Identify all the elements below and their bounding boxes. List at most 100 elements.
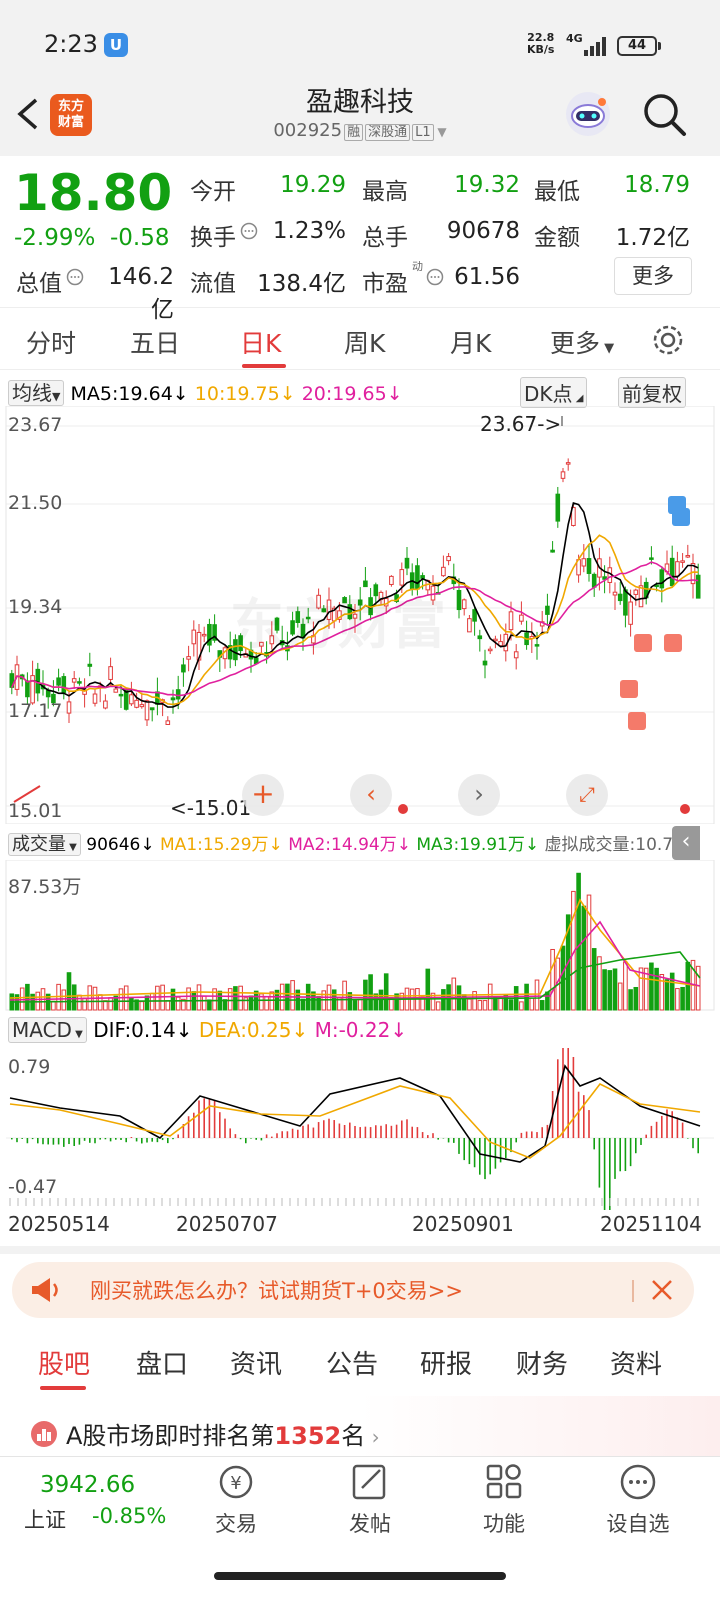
robot-assistant-icon[interactable] — [562, 88, 614, 140]
low-value: 18.79 — [624, 172, 690, 198]
date-label-3: 20250901 — [412, 1212, 514, 1236]
info-icon[interactable] — [66, 268, 84, 286]
info-icon[interactable] — [240, 222, 258, 240]
tab-more[interactable]: 更多 ▼ — [550, 324, 614, 360]
tab-news[interactable]: 资讯 — [230, 1344, 282, 1381]
zoom-in-button[interactable]: + — [242, 774, 284, 816]
index-change[interactable]: -0.85% — [92, 1504, 166, 1528]
mktcap-label: 总值 — [16, 271, 62, 297]
volume-bar — [61, 989, 67, 1011]
ma5-value: MA5:19.64↓ — [70, 383, 189, 405]
more-quote-button[interactable]: 更多 — [614, 257, 692, 295]
volume-chart[interactable] — [0, 860, 720, 1012]
tab-financials[interactable]: 财务 — [516, 1344, 568, 1381]
volume-current: 90646↓ — [86, 835, 155, 855]
collapse-panel-button[interactable]: ‹ — [672, 826, 700, 860]
tab-guba[interactable]: 股吧 — [38, 1344, 90, 1381]
app-logo[interactable]: 东方 财富 — [50, 94, 92, 136]
tab-weekly-k[interactable]: 周K — [344, 324, 385, 360]
volume-label: 总手 — [362, 225, 408, 251]
margin-tag: 融 — [344, 124, 364, 141]
fullscreen-button[interactable]: ⤢ — [566, 774, 608, 816]
candle-up — [513, 651, 519, 659]
nav-functions[interactable]: 功能 — [464, 1508, 544, 1538]
candle-down — [586, 558, 592, 574]
volume-bar — [576, 872, 581, 1011]
candle-down — [61, 676, 67, 693]
volume-bar — [508, 999, 514, 1011]
volume-bar — [66, 972, 72, 1011]
volume-bar — [97, 994, 103, 1011]
volume-bar — [467, 998, 472, 1011]
active-bottom-tab-indicator — [40, 1386, 86, 1390]
volume-bar — [155, 985, 160, 1011]
candle-down — [87, 663, 93, 667]
volume-bar — [664, 979, 670, 1011]
tab-daily-k[interactable]: 日K — [240, 324, 281, 360]
tab-five-day[interactable]: 五日 — [130, 324, 180, 360]
macd-select[interactable]: MACD ▼ — [8, 1017, 87, 1043]
candle-down — [591, 573, 597, 588]
trade-icon[interactable]: ¥ — [196, 1462, 276, 1502]
candle-up — [467, 618, 472, 633]
index-name[interactable]: 上证 — [24, 1504, 66, 1534]
volume-bar — [482, 1000, 488, 1011]
rank-text[interactable]: A股市场即时排名第1352名 › — [66, 1416, 380, 1451]
volume-bar — [118, 988, 124, 1011]
tab-research[interactable]: 研报 — [420, 1344, 472, 1381]
tab-announcements[interactable]: 公告 — [326, 1344, 378, 1381]
network-speed: 22.8 KB/s — [527, 32, 554, 56]
pan-left-button[interactable]: ‹ — [350, 774, 392, 816]
candle-up — [103, 700, 108, 709]
volume-bar — [264, 996, 269, 1011]
close-icon[interactable] — [650, 1278, 674, 1302]
connect-tag: 深股通 — [365, 124, 411, 141]
volume-bar — [82, 997, 87, 1011]
buy-marker — [620, 680, 638, 698]
functions-grid-icon[interactable] — [464, 1462, 544, 1502]
nav-trade[interactable]: 交易 — [196, 1508, 276, 1538]
stock-code-row[interactable]: 002925 融深股通 L1 ▼ — [200, 120, 520, 141]
add-watchlist-icon[interactable] — [598, 1462, 678, 1502]
volume-bar — [623, 961, 628, 1011]
pan-right-button[interactable]: › — [458, 774, 500, 816]
tab-profile[interactable]: 资料 — [610, 1344, 662, 1381]
candle-up — [30, 675, 35, 704]
promo-banner-text[interactable]: 刚买就跌怎么办？试试期货T+0交易>> — [90, 1275, 463, 1305]
candle-down — [534, 644, 540, 647]
candle-up — [560, 471, 566, 479]
volume-bar — [77, 994, 82, 1011]
tab-orderbook[interactable]: 盘口 — [136, 1344, 188, 1381]
back-icon[interactable] — [14, 96, 42, 132]
nav-post[interactable]: 发帖 — [330, 1508, 410, 1538]
dk-point-select[interactable]: DK点 ◢ — [520, 377, 588, 408]
open-value: 19.29 — [280, 172, 346, 198]
info-icon[interactable] — [426, 268, 444, 286]
volume-bar — [207, 999, 212, 1011]
float-value: 138.4亿 — [257, 271, 346, 297]
tab-intraday[interactable]: 分时 — [26, 324, 76, 360]
post-icon[interactable] — [330, 1462, 410, 1502]
nav-add-watchlist[interactable]: 设自选 — [598, 1508, 678, 1538]
index-value[interactable]: 3942.66 — [40, 1472, 135, 1498]
volume-bar — [550, 948, 555, 1011]
candle-up — [461, 599, 467, 610]
candle-down — [472, 609, 477, 622]
macd-chart[interactable] — [0, 1046, 720, 1210]
volume-bar — [633, 986, 639, 1011]
adjust-select[interactable]: 前复权 — [618, 377, 686, 408]
volume-bar — [654, 967, 659, 1011]
open-label: 今开 — [190, 179, 236, 205]
banner-divider — [632, 1280, 634, 1302]
ma-select[interactable]: 均线▼ — [8, 380, 65, 406]
volume-select[interactable]: 成交量 ▼ — [8, 833, 81, 856]
candle-down — [404, 557, 410, 569]
candle-up — [108, 666, 113, 680]
home-indicator — [214, 1572, 506, 1580]
settings-gear-icon[interactable] — [650, 322, 686, 358]
candle-up — [446, 556, 451, 562]
candle-down — [617, 593, 623, 602]
candle-up — [71, 678, 77, 683]
tab-monthly-k[interactable]: 月K — [450, 324, 491, 360]
search-icon[interactable] — [640, 90, 688, 138]
